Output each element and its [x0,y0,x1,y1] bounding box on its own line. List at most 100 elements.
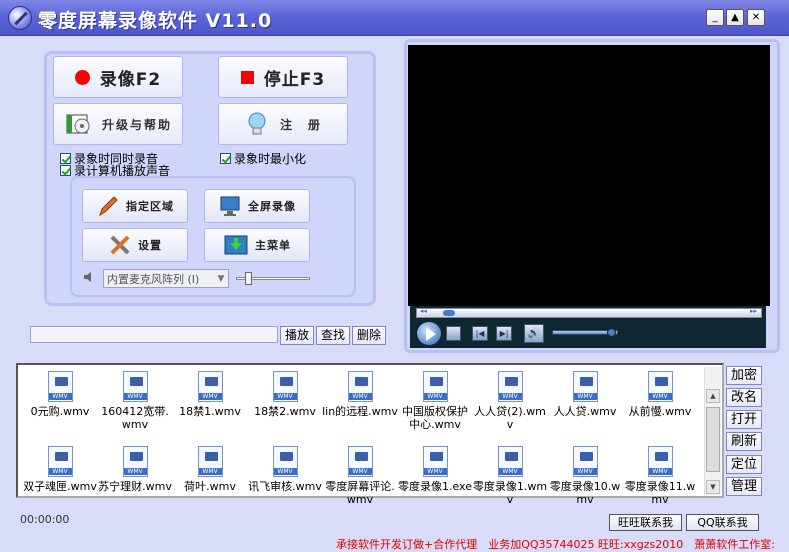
wmv-file-icon [497,371,523,402]
record-icon [74,69,90,85]
recorded-files-list[interactable]: 0元购.wmv 160412宽带.wmv 18禁1.wmv 18禁2.wmv lin的远… [16,363,724,506]
qq-contact-button[interactable]: QQ联系我 [686,514,759,531]
record-button[interactable]: 录像F2 [53,56,183,98]
footer-notice: 承接软件开发订做+合作代理 业务加QQ35744025 旺旺:xxgzs2010… [336,538,775,551]
file-name: 讯飞审核.wmv [248,480,322,493]
file-name: 从前慢.wmv [628,405,692,418]
wmv-file-icon [647,446,673,477]
wmv-file-icon [497,446,523,477]
file-name: 人人贷.wmv [553,405,617,418]
video-screen[interactable] [408,45,770,306]
upgrade-help-button[interactable]: 升级与帮助 [53,103,183,145]
app-logo-icon [8,6,32,30]
file-item[interactable]: 讯飞审核.wmv [247,446,323,493]
maximize-button[interactable]: ▲ [726,9,744,26]
file-item[interactable]: 零度录像11.wmv [622,446,698,506]
file-search-input[interactable] [30,326,278,343]
file-item[interactable]: 双子魂匣.wmv [22,446,98,493]
encrypt-button[interactable]: 加密 [726,366,762,385]
volume-slider-thumb[interactable] [245,272,253,285]
file-item[interactable]: 中国版权保护中心.wmv [397,371,473,431]
file-name: 双子魂匣.wmv [23,480,97,493]
fullscreen-record-button[interactable]: 全屏录像 [204,189,310,223]
wmv-file-icon [197,446,223,477]
file-item[interactable]: 荷叶.wmv [172,446,248,493]
wmv-file-icon [122,446,148,477]
file-name: 零度录像10.wmv [549,480,621,506]
file-name: 零度屏幕评论.wmv [325,480,395,506]
forward-icon: ▸▸ [749,307,757,315]
file-item[interactable]: 零度录像10.wmv [547,446,623,506]
register-button[interactable]: 注 册 [218,103,348,145]
wmv-file-icon [572,371,598,402]
title-bar[interactable]: 零度屏幕录像软件 V11.0 _ ▲ ✕ [0,0,789,36]
file-item[interactable]: 从前慢.wmv [622,371,698,418]
play-icon [426,327,436,341]
wmv-file-icon [272,446,298,477]
player-volume-thumb[interactable] [607,328,616,337]
pencil-icon [99,196,118,217]
app-title: 零度屏幕录像软件 V11.0 [38,10,273,32]
audio-device-select[interactable]: 内置麦克风阵列 (I) ▼ [103,269,229,288]
file-item[interactable]: lin的远程.wmv [322,371,398,418]
file-name: 0元购.wmv [30,405,90,418]
file-name: 零度录像1.exe [397,480,472,493]
refresh-button[interactable]: 刷新 [726,432,762,451]
file-item[interactable]: 零度录像1.wmv [472,446,548,506]
volume-slider[interactable] [236,272,310,285]
file-item[interactable]: 18禁2.wmv [247,371,323,418]
help-book-icon [66,114,90,134]
play-pause-button[interactable] [416,321,442,346]
minimize-on-record-checkbox[interactable]: 录象时最小化 [220,150,306,167]
seek-bar[interactable]: ◂◂ ▸▸ [416,307,762,318]
wmv-file-icon [572,446,598,477]
play-button[interactable]: 播放 [280,326,314,345]
minimize-button[interactable]: _ [706,9,724,26]
close-button[interactable]: ✕ [747,9,765,26]
mute-button[interactable]: 🔊 [524,324,544,343]
previous-button[interactable]: |◀ [472,326,488,341]
file-item[interactable]: 160412宽带.wmv [97,371,173,431]
wmv-file-icon [122,371,148,402]
file-name: 18禁2.wmv [254,405,316,418]
file-item[interactable]: 0元购.wmv [22,371,98,418]
stop-button[interactable]: 停止F3 [218,56,348,98]
scroll-up-arrow-icon[interactable]: ▲ [706,389,720,403]
player-volume-slider[interactable] [552,328,618,337]
rename-button[interactable]: 改名 [726,388,762,407]
locate-button[interactable]: 定位 [726,455,762,474]
file-item[interactable]: 人人贷.wmv [547,371,623,418]
file-item[interactable]: 零度录像1.exe [397,446,473,493]
open-button[interactable]: 打开 [726,410,762,429]
file-name: 人人贷(2).wmv [474,405,546,431]
scrollbar-thumb[interactable] [706,407,720,472]
wmv-file-icon [347,446,373,477]
checkbox-mark [220,153,231,164]
file-item[interactable]: 人人贷(2).wmv [472,371,548,431]
stop-icon [240,70,254,84]
file-name: lin的远程.wmv [322,405,398,418]
wmv-file-icon [347,371,373,402]
scroll-down-arrow-icon[interactable]: ▼ [706,480,720,494]
next-button[interactable]: ▶| [496,326,512,341]
file-item[interactable]: 18禁1.wmv [172,371,248,418]
select-area-button[interactable]: 指定区域 [82,189,188,223]
file-item[interactable]: 苏宁理财.wmv [97,446,173,493]
bulb-icon [248,112,266,135]
seek-thumb[interactable] [443,310,455,316]
file-item[interactable]: 零度屏幕评论.wmv [322,446,398,506]
checkbox-mark [60,165,71,176]
stop-playback-button[interactable] [446,326,461,341]
wangwang-contact-button[interactable]: 旺旺联系我 [609,514,682,531]
wmv-file-icon [47,446,73,477]
manage-button[interactable]: 管理 [726,477,762,496]
delete-button[interactable]: 删除 [352,326,386,345]
wmv-file-icon [647,371,673,402]
tools-icon [110,235,130,255]
file-name: 中国版权保护中心.wmv [402,405,468,431]
wmv-file-icon [422,371,448,402]
main-menu-button[interactable]: 主菜单 [204,228,310,262]
find-button[interactable]: 查找 [316,326,350,345]
file-list-scrollbar[interactable]: ▲ ▼ [704,367,721,495]
settings-button[interactable]: 设置 [82,228,188,262]
